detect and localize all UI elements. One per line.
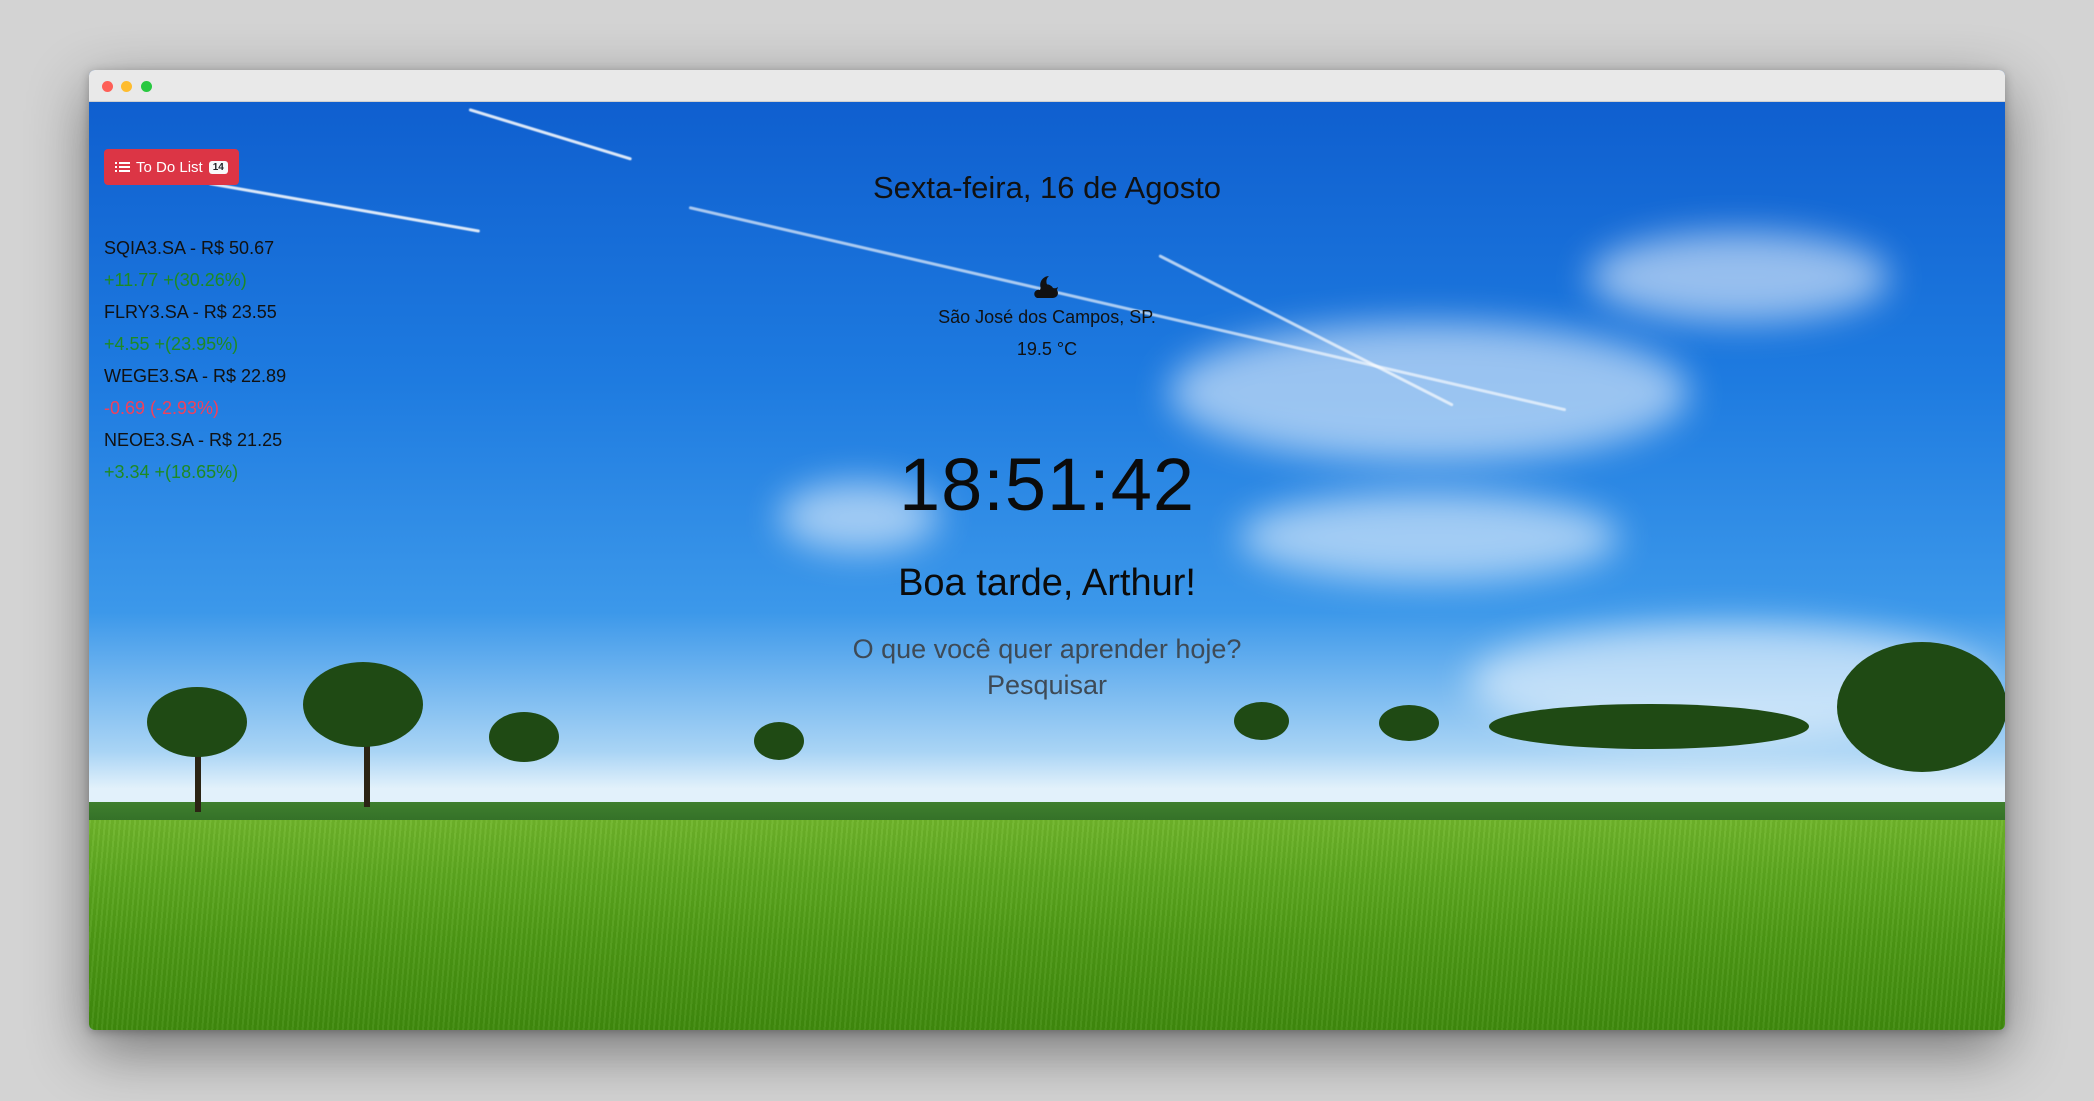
- minimize-window-button[interactable]: [121, 81, 132, 92]
- cloud-moon-icon: [89, 274, 2005, 305]
- learning-prompt: O que você quer aprender hoje?: [852, 634, 1242, 664]
- stock-name: WEGE3.SA - R$ 22.89: [104, 366, 287, 386]
- search-link: Pesquisar: [89, 670, 2005, 701]
- greeting: Boa tarde, Arthur!: [898, 562, 1196, 604]
- browser-window: To Do List 14 SQIA3.SA - R$ 50.67 +11.77…: [89, 70, 2005, 1030]
- grass-field: [89, 820, 2005, 1030]
- weather-temperature: 19.5 °C: [1016, 339, 1078, 359]
- current-date: Sexta-feira, 16 de Agosto: [872, 170, 1222, 205]
- close-window-button[interactable]: [102, 81, 113, 92]
- window-titlebar: [89, 70, 2005, 102]
- search-label[interactable]: Pesquisar: [987, 670, 1107, 700]
- clock: 18:51:42: [898, 443, 1196, 526]
- weather-city: São José dos Campos, SP.: [938, 307, 1156, 327]
- page-content: To Do List 14 SQIA3.SA - R$ 50.67 +11.77…: [89, 102, 2005, 1030]
- stock-change: -0.69 (-2.93%): [104, 398, 220, 418]
- stock-name: SQIA3.SA - R$ 50.67: [104, 238, 275, 258]
- maximize-window-button[interactable]: [141, 81, 152, 92]
